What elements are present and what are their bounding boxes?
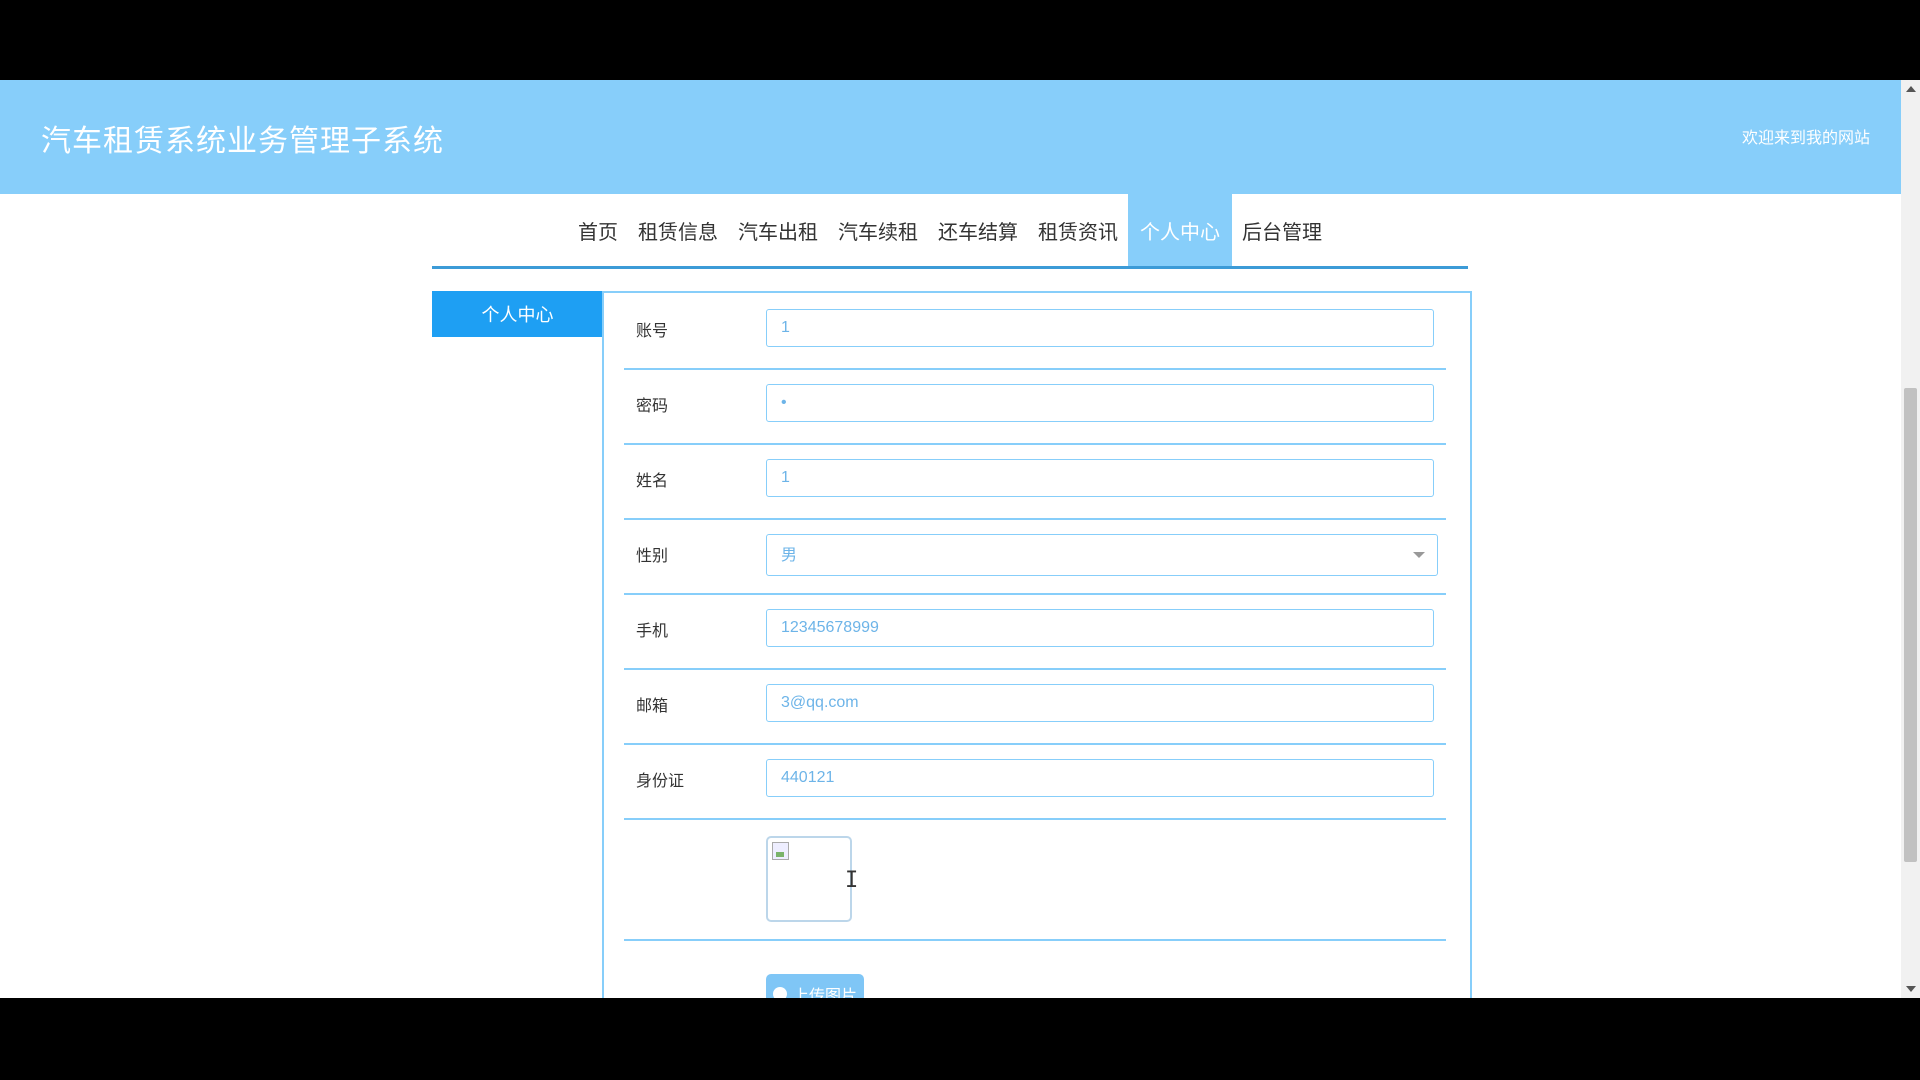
email-input[interactable] <box>766 684 1434 722</box>
sidebar-tab-personal-center[interactable]: 个人中心 <box>432 291 603 337</box>
upload-image-button[interactable]: 上传图片 <box>766 974 864 998</box>
chevron-down-icon <box>1413 552 1425 558</box>
scroll-down-arrow-icon[interactable] <box>1906 986 1916 992</box>
form-row-account: 账号 <box>624 293 1446 370</box>
scroll-up-arrow-icon[interactable] <box>1906 86 1916 92</box>
id-card-input[interactable] <box>766 759 1434 797</box>
broken-image-icon <box>772 842 789 860</box>
nav-item-personal-center[interactable]: 个人中心 <box>1128 194 1232 266</box>
welcome-text: 欢迎来到我的网站 <box>1741 128 1870 147</box>
upload-icon <box>772 987 787 998</box>
gender-select[interactable]: 男 <box>766 534 1438 576</box>
account-label: 账号 <box>636 321 669 340</box>
form-row-name: 姓名 <box>624 443 1446 520</box>
form-row-gender: 性别 男 <box>624 518 1446 595</box>
nav-item-rental-info[interactable]: 租赁信息 <box>628 194 728 266</box>
password-label: 密码 <box>636 396 669 415</box>
phone-label: 手机 <box>636 621 669 640</box>
avatar-preview <box>766 836 852 922</box>
form-row-avatar <box>624 818 1446 941</box>
page-scrollbar[interactable] <box>1901 80 1920 998</box>
name-input[interactable] <box>766 459 1434 497</box>
nav-item-return[interactable]: 还车结算 <box>928 194 1028 266</box>
nav-item-admin[interactable]: 后台管理 <box>1232 194 1332 266</box>
profile-form-panel: 账号 密码 姓名 性别 男 手机 邮箱 身份证 <box>602 291 1472 998</box>
nav-item-home[interactable]: 首页 <box>568 194 628 266</box>
scrollbar-thumb[interactable] <box>1904 388 1917 862</box>
main-nav: 首页 租赁信息 汽车出租 汽车续租 还车结算 租赁资讯 个人中心 后台管理 <box>432 194 1468 269</box>
form-row-email: 邮箱 <box>624 668 1446 745</box>
gender-label: 性别 <box>636 546 669 565</box>
nav-item-renew[interactable]: 汽车续租 <box>828 194 928 266</box>
form-row-password: 密码 <box>624 368 1446 445</box>
form-row-phone: 手机 <box>624 593 1446 670</box>
password-input[interactable] <box>766 384 1434 422</box>
nav-item-car-rent[interactable]: 汽车出租 <box>728 194 828 266</box>
browser-viewport: 汽车租赁系统业务管理子系统 欢迎来到我的网站 首页 租赁信息 汽车出租 汽车续租… <box>0 80 1920 998</box>
form-row-id-card: 身份证 <box>624 743 1446 820</box>
site-header: 汽车租赁系统业务管理子系统 欢迎来到我的网站 <box>0 80 1901 194</box>
email-label: 邮箱 <box>636 696 669 715</box>
account-input[interactable] <box>766 309 1434 347</box>
upload-image-label: 上传图片 <box>792 986 857 998</box>
text-cursor-icon: I <box>845 868 859 893</box>
gender-select-value: 男 <box>781 545 798 564</box>
site-title: 汽车租赁系统业务管理子系统 <box>41 124 444 159</box>
phone-input[interactable] <box>766 609 1434 647</box>
id-card-label: 身份证 <box>636 771 685 790</box>
nav-item-news[interactable]: 租赁资讯 <box>1028 194 1128 266</box>
name-label: 姓名 <box>636 471 669 490</box>
